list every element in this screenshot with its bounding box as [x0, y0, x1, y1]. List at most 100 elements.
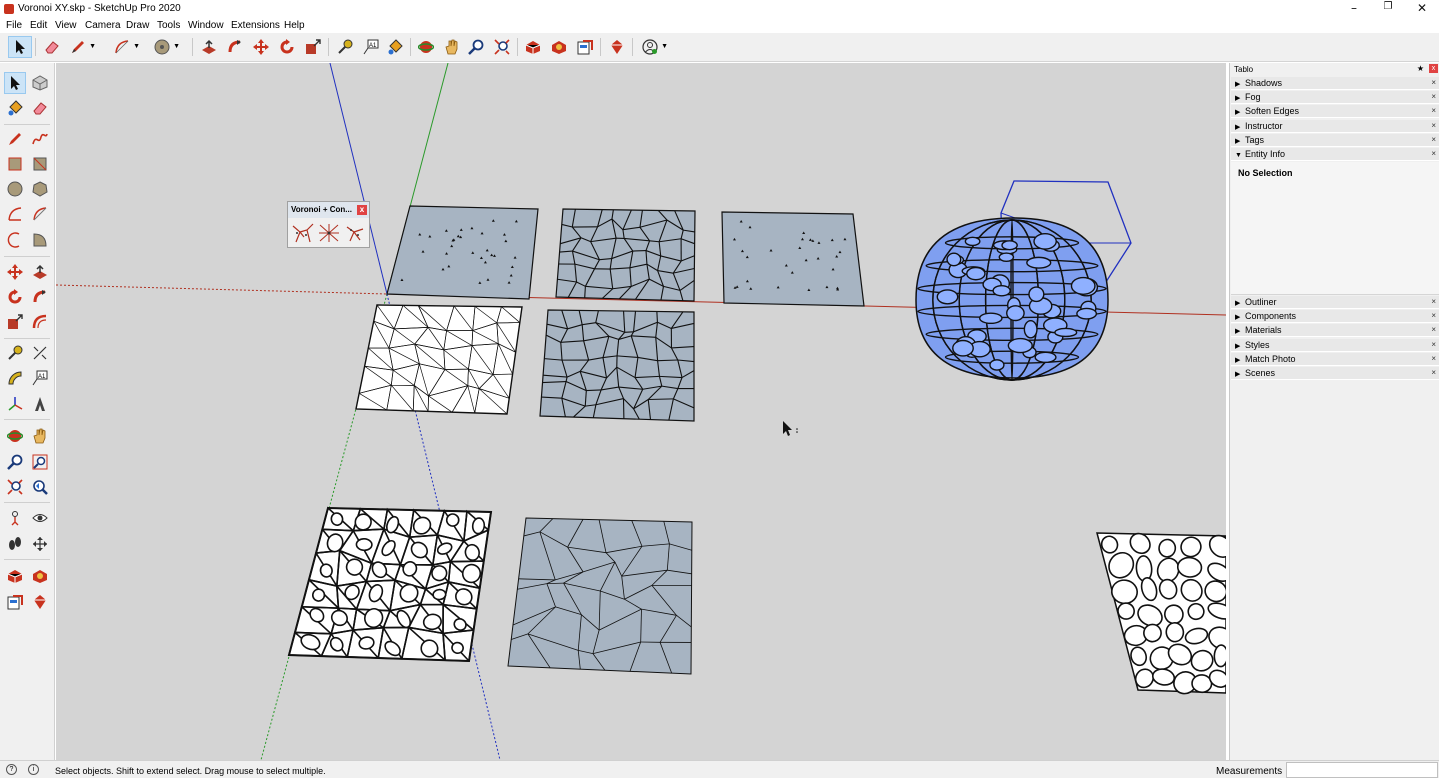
model-scene[interactable] — [56, 63, 1226, 760]
axes-tool-button[interactable] — [4, 393, 26, 415]
panel-soften-edges[interactable]: ▶ Soften Edges × — [1231, 105, 1439, 118]
rotate-tool-button[interactable] — [4, 286, 26, 308]
walk-tool-button[interactable] — [4, 533, 26, 555]
panel-match-photo[interactable]: ▶ Match Photo × — [1231, 353, 1439, 366]
polygon-tool-button[interactable] — [29, 178, 51, 200]
voronoi-button[interactable] — [290, 221, 315, 245]
layout-button[interactable] — [573, 36, 597, 58]
look-around-tool-button[interactable] — [29, 507, 51, 529]
pencil-tool-button[interactable]: ▼ — [66, 36, 96, 58]
geo-location-icon[interactable]: ? — [6, 764, 17, 775]
chevron-down-icon[interactable]: ▼ — [661, 43, 668, 50]
orbit-tool-button[interactable] — [4, 425, 26, 447]
menu-draw[interactable]: Draw — [126, 20, 149, 31]
minimize-button[interactable]: – — [1337, 1, 1371, 17]
close-icon[interactable]: x — [357, 205, 367, 215]
close-icon[interactable]: × — [1431, 78, 1436, 87]
convex-hull-button[interactable] — [342, 221, 367, 245]
arc-tool-button[interactable] — [4, 203, 26, 225]
tape-measure-tool-button[interactable] — [4, 342, 26, 364]
model-viewport[interactable] — [56, 63, 1226, 760]
pan-tool-button[interactable] — [29, 425, 51, 447]
close-icon[interactable]: x — [1429, 64, 1438, 73]
arc-tool-button[interactable]: ▼ — [110, 36, 140, 58]
close-icon[interactable]: × — [1431, 92, 1436, 101]
zoom-extents-tool-button[interactable] — [4, 476, 26, 498]
voronoi-holes-mesh[interactable] — [287, 506, 493, 663]
eraser-tool-button[interactable] — [40, 36, 64, 58]
voronoi-toolbar-title[interactable]: Voronoi + Con... x — [288, 202, 369, 218]
follow-me-tool-button[interactable] — [223, 36, 247, 58]
menu-tools[interactable]: Tools — [157, 20, 180, 31]
zoom-window-tool-button[interactable] — [29, 451, 51, 473]
three-point-arc-tool-button[interactable] — [4, 229, 26, 251]
previous-view-button[interactable] — [29, 476, 51, 498]
pie-tool-button[interactable] — [29, 229, 51, 251]
3d-warehouse-button[interactable] — [521, 36, 545, 58]
voronoi-face-1[interactable] — [555, 208, 696, 302]
menu-window[interactable]: Window — [188, 20, 224, 31]
move-tool-button[interactable] — [249, 36, 273, 58]
pan-tool-button[interactable] — [440, 36, 464, 58]
extension-manager-button[interactable] — [29, 591, 51, 613]
chevron-down-icon[interactable]: ▼ — [173, 43, 180, 50]
select-tool-button[interactable] — [4, 72, 26, 94]
text-tool-button[interactable]: A1 — [29, 367, 51, 389]
offset-tool-button[interactable] — [29, 311, 51, 333]
close-icon[interactable]: × — [1431, 121, 1436, 130]
close-icon[interactable]: × — [1431, 368, 1436, 377]
voronoi-toolbar[interactable]: Voronoi + Con... x — [287, 201, 370, 248]
push-pull-tool-button[interactable] — [29, 261, 51, 283]
close-icon[interactable]: × — [1431, 106, 1436, 115]
freehand-tool-button[interactable] — [29, 128, 51, 150]
menu-help[interactable]: Help — [284, 20, 305, 31]
move-tool-button[interactable] — [4, 261, 26, 283]
close-button[interactable]: ✕ — [1405, 1, 1439, 17]
delaunay-button[interactable] — [316, 221, 341, 245]
menu-view[interactable]: View — [55, 20, 77, 31]
eraser-tool-button[interactable] — [29, 97, 51, 119]
point-set-face-2[interactable] — [721, 211, 865, 307]
panel-entity-info[interactable]: ▼ Entity Info × — [1231, 148, 1439, 161]
3d-text-tool-button[interactable] — [29, 393, 51, 415]
circle-tool-button[interactable]: ▼ — [150, 36, 180, 58]
delaunay-mesh[interactable] — [355, 304, 523, 415]
zoom-tool-button[interactable] — [464, 36, 488, 58]
extension-warehouse-button[interactable] — [29, 565, 51, 587]
close-icon[interactable]: × — [1431, 297, 1436, 306]
panel-components[interactable]: ▶ Components × — [1231, 310, 1439, 323]
two-point-arc-tool-button[interactable] — [29, 203, 51, 225]
paint-bucket-tool-button[interactable] — [383, 36, 407, 58]
rotate-tool-button[interactable] — [275, 36, 299, 58]
panel-scenes[interactable]: ▶ Scenes × — [1231, 367, 1439, 380]
chevron-down-icon[interactable]: ▼ — [89, 43, 96, 50]
circle-tool-button[interactable] — [4, 178, 26, 200]
menu-extensions[interactable]: Extensions — [231, 20, 280, 31]
zoom-extents-tool-button[interactable] — [490, 36, 514, 58]
restore-button[interactable]: ❐ — [1371, 1, 1405, 17]
text-tool-button[interactable]: A1 — [359, 36, 383, 58]
scale-tool-button[interactable] — [301, 36, 325, 58]
panel-fog[interactable]: ▶ Fog × — [1231, 91, 1439, 104]
voronoi-holes-partial[interactable] — [1096, 530, 1226, 698]
point-set-face-1[interactable] — [386, 205, 539, 300]
panel-outliner[interactable]: ▶ Outliner × — [1231, 296, 1439, 309]
menu-edit[interactable]: Edit — [30, 20, 47, 31]
measurements-input[interactable] — [1286, 762, 1438, 778]
layout-button[interactable] — [4, 591, 26, 613]
chevron-down-icon[interactable]: ▼ — [133, 43, 140, 50]
voronoi-face-2[interactable] — [539, 309, 695, 422]
rotated-rectangle-tool-button[interactable] — [29, 153, 51, 175]
zoom-tool-button[interactable] — [4, 451, 26, 473]
line-tool-button[interactable] — [4, 128, 26, 150]
panel-shadows[interactable]: ▶ Shadows × — [1231, 77, 1439, 90]
select-tool-button[interactable] — [8, 36, 32, 58]
section-plane-tool-button[interactable] — [29, 533, 51, 555]
info-icon[interactable]: i — [28, 764, 39, 775]
close-icon[interactable]: × — [1431, 311, 1436, 320]
protractor-tool-button[interactable] — [4, 367, 26, 389]
close-icon[interactable]: × — [1431, 149, 1436, 158]
panel-materials[interactable]: ▶ Materials × — [1231, 324, 1439, 337]
extension-manager-button[interactable] — [605, 36, 629, 58]
push-pull-tool-button[interactable] — [197, 36, 221, 58]
